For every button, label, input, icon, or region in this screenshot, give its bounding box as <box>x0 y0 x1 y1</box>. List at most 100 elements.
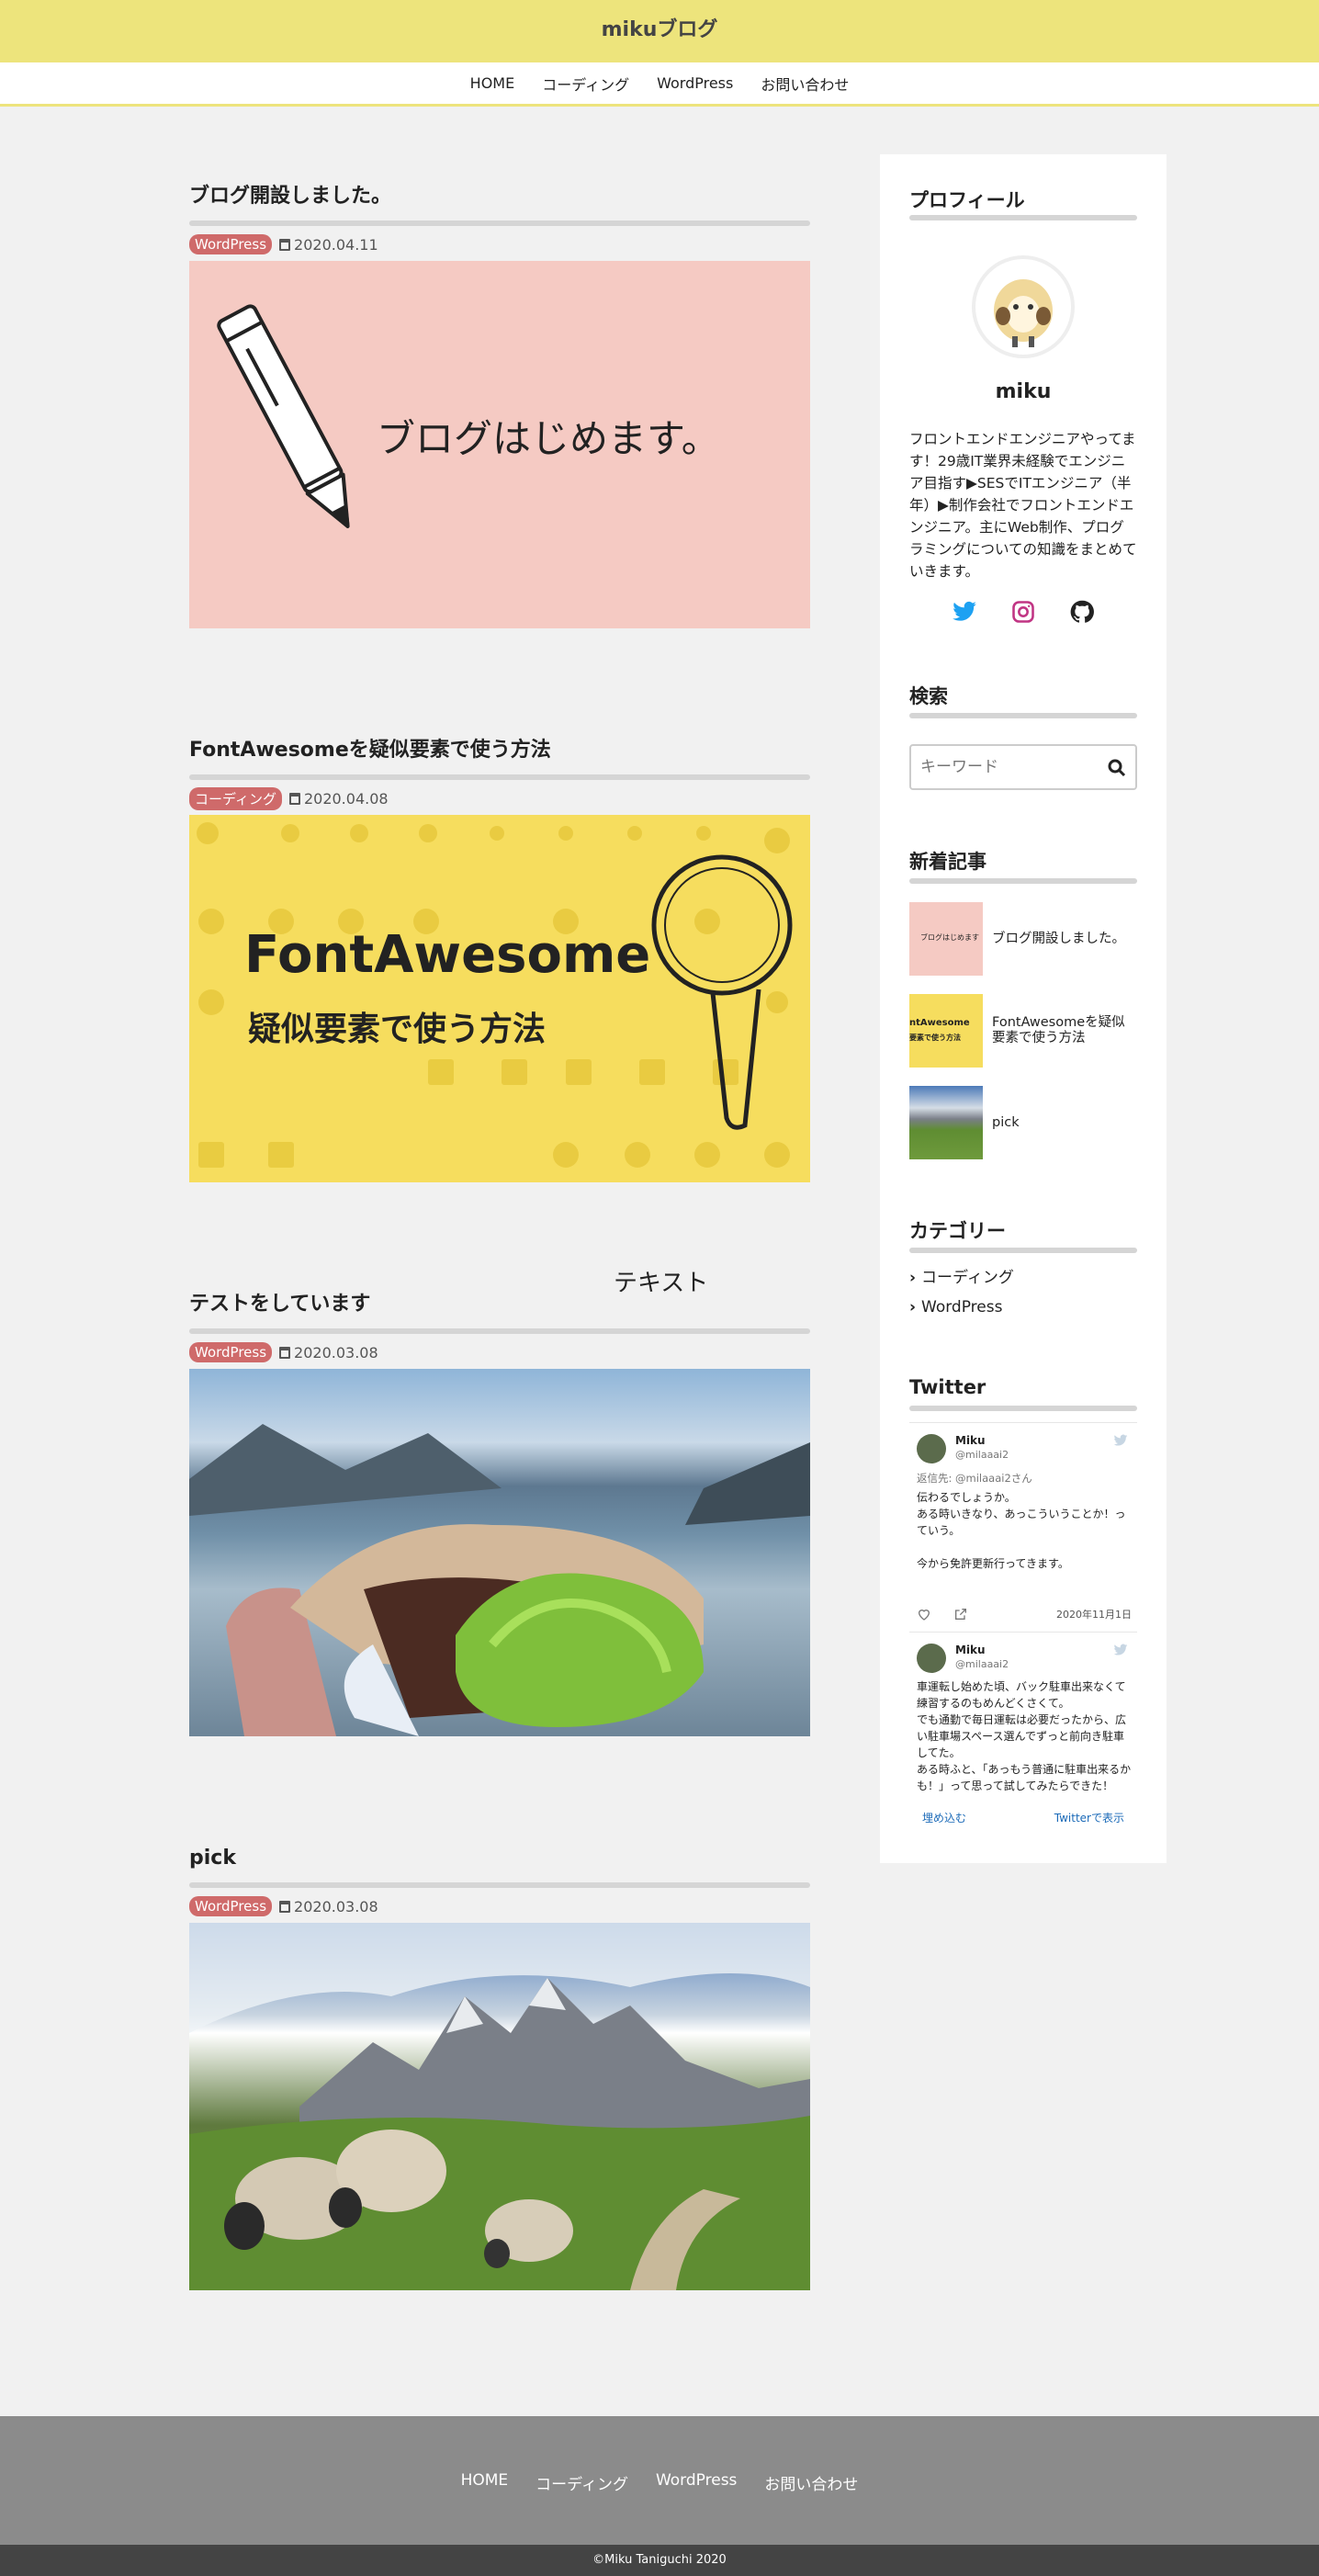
recent-post-item[interactable]: pick <box>909 1086 1137 1159</box>
article-thumbnail[interactable] <box>189 1923 810 2290</box>
twitter-bird-icon[interactable] <box>1113 1434 1128 1447</box>
recent-post-item[interactable]: ntAwesome 要素で使う方法 FontAwesomeを疑似要素で使う方法 <box>909 994 1137 1068</box>
heading-divider <box>909 1248 1137 1253</box>
sheep-mountain-photo <box>189 1923 810 2290</box>
footer-nav-wordpress[interactable]: WordPress <box>656 2471 737 2494</box>
instagram-icon[interactable] <box>1010 599 1036 625</box>
copyright: ©Miku Taniguchi 2020 <box>0 2545 1319 2576</box>
twitter-icon[interactable] <box>952 599 977 625</box>
tweet-author-handle[interactable]: @milaaai2 <box>955 1449 1009 1461</box>
article-title[interactable]: ブログ開設しました。 <box>189 182 810 211</box>
tweet-author-handle[interactable]: @milaaai2 <box>955 1658 1009 1670</box>
article-meta: WordPress 2020.03.08 <box>189 1341 378 1363</box>
tweet-actions: 2020年11月1日 <box>917 1607 1132 1623</box>
twitter-heading: Twitter <box>909 1376 986 1398</box>
like-icon[interactable] <box>917 1607 931 1624</box>
search-input[interactable] <box>920 755 1104 779</box>
profile-heading: プロフィール <box>909 189 1025 211</box>
tweet-reply-to[interactable]: 返信先: @milaaai2さん <box>917 1471 1032 1486</box>
recent-post-title[interactable]: ブログ開設しました。 <box>992 902 1137 976</box>
title-divider <box>189 1882 810 1888</box>
recent-post-thumbnail[interactable]: ntAwesome 要素で使う方法 <box>909 994 983 1068</box>
post-date: 2020.04.08 <box>288 790 389 808</box>
twitter-footer: 埋め込む Twitterで表示 <box>909 1801 1137 1834</box>
avatar[interactable] <box>917 1434 946 1463</box>
footer-nav-contact[interactable]: お問い合わせ <box>764 2471 858 2494</box>
calendar-icon <box>279 238 291 251</box>
thumbnail-caption: ブログはじめます。 <box>377 416 720 461</box>
icon-pattern-background <box>197 822 793 1168</box>
article-title[interactable]: FontAwesomeを疑似要素で使う方法 <box>189 736 810 765</box>
title-divider <box>189 774 810 780</box>
article-title[interactable]: テストをしています <box>189 1290 810 1319</box>
social-links <box>909 599 1137 625</box>
category-badge[interactable]: WordPress <box>189 1342 273 1362</box>
nav-wordpress[interactable]: WordPress <box>657 74 733 92</box>
recent-post-thumbnail[interactable]: ブログはじめます <box>909 902 983 976</box>
thumbnail-caption: ntAwesome <box>909 1018 970 1028</box>
site-header: mikuブログ <box>0 0 1319 62</box>
view-on-twitter-link[interactable]: Twitterで表示 <box>1054 1810 1124 1825</box>
twitter-bird-icon[interactable] <box>1113 1644 1128 1656</box>
post-date: 2020.03.08 <box>279 1344 378 1361</box>
category-link[interactable]: コーディング <box>909 1264 1014 1287</box>
search-heading: 検索 <box>909 685 948 707</box>
global-nav: HOME コーディング WordPress お問い合わせ <box>0 62 1319 107</box>
search-form <box>909 744 1137 790</box>
calendar-icon <box>279 1346 291 1359</box>
site-title[interactable]: mikuブログ <box>0 13 1319 42</box>
article-title[interactable]: pick <box>189 1844 810 1873</box>
tweet-author-name[interactable]: Miku <box>955 1434 986 1447</box>
thumbnail-caption: 疑似要素で使う方法 <box>248 1011 547 1048</box>
embed-link[interactable]: 埋め込む <box>922 1810 966 1825</box>
category-badge[interactable]: WordPress <box>189 1896 273 1916</box>
tweet[interactable]: Miku @milaaai2 返信先: @milaaai2さん 伝わるでしょうか… <box>909 1423 1137 1633</box>
categories-heading: カテゴリー <box>909 1220 1006 1242</box>
article-card: pick WordPress 2020.03.08 <box>189 1844 810 2290</box>
heading-divider <box>909 215 1137 220</box>
sidebar: プロフィール miku フロントエンドエンジニアやってます！29歳IT業界未経験… <box>880 154 1167 1863</box>
post-date: 2020.03.08 <box>279 1898 378 1915</box>
footer-nav-home[interactable]: HOME <box>461 2471 509 2494</box>
tweet[interactable]: Miku @milaaai2 車運転し始めた頃、バック駐車出来なくて練習するのも… <box>909 1633 1137 1826</box>
burger-photo <box>189 1424 810 1736</box>
recent-post-title[interactable]: FontAwesomeを疑似要素で使う方法 <box>992 994 1137 1068</box>
avatar <box>972 255 1075 358</box>
thumbnail-caption: ブログはじめます <box>920 933 979 942</box>
calendar-icon <box>288 792 300 805</box>
tweet-date[interactable]: 2020年11月1日 <box>1056 1607 1132 1621</box>
article-thumbnail[interactable] <box>189 1369 810 1736</box>
title-divider <box>189 1328 810 1334</box>
category-badge[interactable]: コーディング <box>189 786 282 810</box>
recent-post-item[interactable]: ブログはじめます ブログ開設しました。 <box>909 902 1137 976</box>
tweet-text: 伝わるでしょうか。 ある時いきなり、あっこういうことか！っていう。 今から免許更… <box>917 1491 1126 1570</box>
recent-post-thumbnail[interactable] <box>909 1086 983 1159</box>
calendar-icon <box>279 1900 291 1913</box>
share-icon[interactable] <box>953 1607 968 1624</box>
article-thumbnail[interactable]: FontAwesome 疑似要素で使う方法 <box>189 815 810 1182</box>
nav-coding[interactable]: コーディング <box>542 73 629 95</box>
category-badge[interactable]: WordPress <box>189 234 273 254</box>
github-icon[interactable] <box>1069 599 1095 625</box>
search-icon[interactable] <box>1106 757 1128 779</box>
footer-nav-coding[interactable]: コーディング <box>535 2471 628 2494</box>
twitter-timeline[interactable]: Miku @milaaai2 返信先: @milaaai2さん 伝わるでしょうか… <box>909 1422 1137 1826</box>
thumbnail-caption: 要素で使う方法 <box>909 1034 961 1042</box>
sheep-avatar-icon <box>994 279 1053 347</box>
title-divider <box>189 220 810 226</box>
article-meta: WordPress 2020.04.11 <box>189 233 378 255</box>
profile-description: フロントエンドエンジニアやってます！29歳IT業界未経験でエンジニア目指す▶SE… <box>909 431 1137 580</box>
heading-divider <box>909 1406 1137 1411</box>
nav-contact[interactable]: お問い合わせ <box>761 73 849 95</box>
nav-home[interactable]: HOME <box>470 74 515 92</box>
site-footer: HOME コーディング WordPress お問い合わせ <box>0 2416 1319 2545</box>
date-text: 2020.03.08 <box>294 1343 378 1361</box>
date-text: 2020.03.08 <box>294 1897 378 1915</box>
profile-name: miku <box>995 380 1052 403</box>
category-link[interactable]: WordPress <box>909 1298 1002 1316</box>
avatar[interactable] <box>917 1644 946 1673</box>
article-card: ブログ開設しました。 WordPress 2020.04.11 ブログはじめます… <box>189 182 810 628</box>
article-thumbnail[interactable]: ブログはじめます。 <box>189 261 810 628</box>
tweet-author-name[interactable]: Miku <box>955 1644 986 1656</box>
recent-post-title[interactable]: pick <box>992 1086 1137 1159</box>
